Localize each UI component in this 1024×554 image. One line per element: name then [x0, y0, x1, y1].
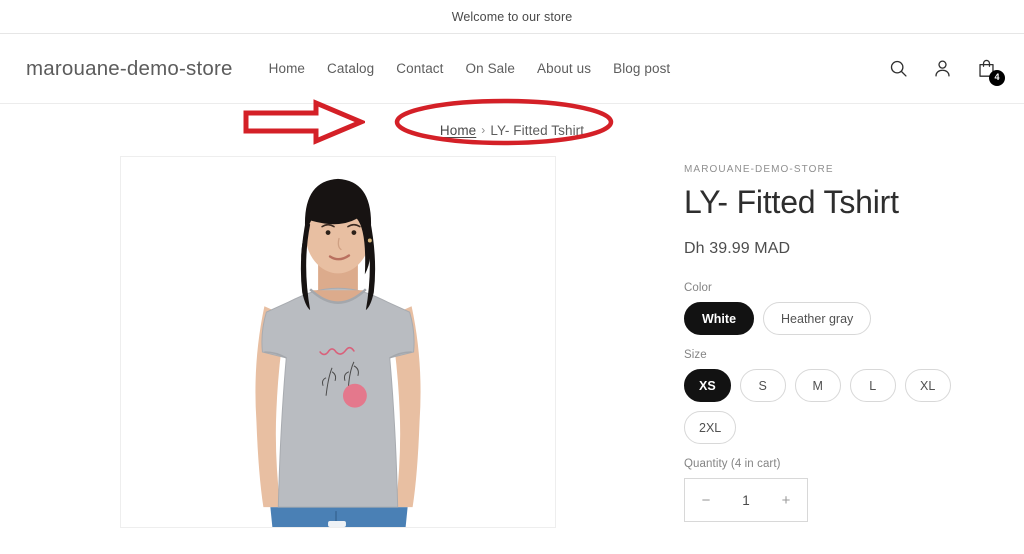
nav-item-home[interactable]: Home: [269, 61, 305, 76]
size-option-m[interactable]: M: [794, 369, 841, 403]
nav-item-catalog[interactable]: Catalog: [327, 61, 374, 76]
main-navigation: Home Catalog Contact On Sale About us Bl…: [269, 61, 671, 76]
color-option-white[interactable]: White: [684, 302, 755, 336]
color-option-label: Color: [684, 282, 712, 295]
breadcrumb-row: Home › LY- Fitted Tshirt: [0, 104, 1024, 156]
product-info-column: MAROUANE-DEMO-STORE LY- Fitted Tshirt Dh…: [556, 156, 1024, 536]
size-option-xl[interactable]: XL: [904, 369, 951, 403]
nav-item-contact[interactable]: Contact: [396, 61, 443, 76]
size-option-label: Size: [684, 349, 707, 362]
page-title: LY- Fitted Tshirt: [684, 184, 899, 220]
cart-icon[interactable]: 4: [974, 57, 1005, 86]
product-media-column: [0, 156, 556, 536]
product-vendor: MAROUANE-DEMO-STORE: [684, 164, 834, 175]
header-actions: 4: [886, 57, 1005, 86]
quantity-decrease-button[interactable]: −: [698, 492, 714, 509]
quantity-stepper[interactable]: − 1 +: [684, 478, 808, 523]
nav-item-on-sale[interactable]: On Sale: [466, 61, 515, 76]
color-option-group: Color White Heather gray: [684, 282, 1024, 336]
breadcrumb-link-home[interactable]: Home: [440, 123, 476, 138]
product-photo-illustration: [121, 157, 555, 527]
product-main: MAROUANE-DEMO-STORE LY- Fitted Tshirt Dh…: [0, 156, 1024, 536]
color-option-heather-gray[interactable]: Heather gray: [763, 302, 872, 336]
cart-count-badge: 4: [989, 69, 1005, 86]
announcement-bar: Welcome to our store: [0, 0, 1024, 34]
account-icon[interactable]: [930, 57, 954, 81]
color-options: White Heather gray: [684, 302, 974, 336]
quantity-input[interactable]: 1: [742, 493, 750, 508]
store-logo[interactable]: marouane-demo-store: [26, 57, 233, 81]
size-option-xs[interactable]: XS: [684, 369, 731, 403]
product-image[interactable]: [120, 156, 556, 528]
breadcrumb-current-page: LY- Fitted Tshirt: [490, 122, 585, 138]
quantity-label: Quantity (4 in cart): [684, 458, 781, 471]
site-header: marouane-demo-store Home Catalog Contact…: [0, 34, 1024, 104]
size-options: XS S M L XL 2XL: [684, 369, 974, 445]
search-icon[interactable]: [886, 57, 910, 81]
size-option-l[interactable]: L: [849, 369, 896, 403]
nav-item-about-us[interactable]: About us: [537, 61, 591, 76]
quantity-increase-button[interactable]: +: [778, 492, 794, 509]
nav-item-blog-post[interactable]: Blog post: [613, 61, 670, 76]
breadcrumb-separator: ›: [481, 123, 486, 137]
size-option-s[interactable]: S: [739, 369, 786, 403]
product-price: Dh 39.99 MAD: [684, 240, 791, 258]
quantity-group: Quantity (4 in cart) − 1 +: [684, 458, 1024, 523]
breadcrumb: Home › LY- Fitted Tshirt: [440, 123, 584, 138]
size-option-2xl[interactable]: 2XL: [684, 411, 737, 445]
size-option-group: Size XS S M L XL 2XL: [684, 349, 1024, 445]
announcement-text: Welcome to our store: [451, 9, 573, 24]
